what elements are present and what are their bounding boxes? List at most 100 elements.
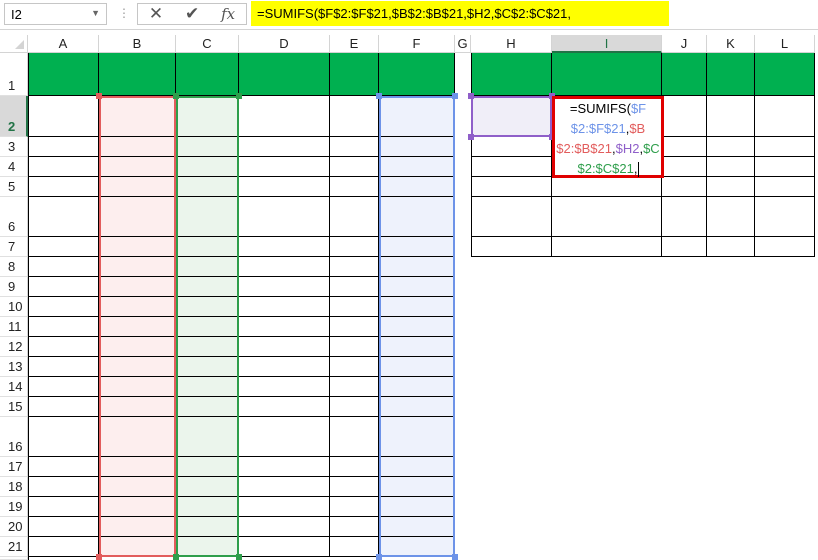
- cell-department[interactable]: [99, 457, 176, 477]
- insert-function-icon[interactable]: fx: [221, 5, 235, 23]
- cell-year-service[interactable]: [330, 297, 379, 317]
- range-resize-handle[interactable]: [468, 134, 474, 140]
- cell-year-service[interactable]: [330, 237, 379, 257]
- cell-salary[interactable]: [379, 417, 455, 457]
- cell-salary[interactable]: [379, 477, 455, 497]
- cell-year-service[interactable]: [330, 337, 379, 357]
- active-cell-editor[interactable]: =SUMIFS($F$2:$F$21,$B$2:$B$21,$H2,$C$2:$…: [552, 96, 664, 178]
- row-header-3[interactable]: 3: [0, 137, 28, 157]
- summary-value-cell[interactable]: [707, 177, 755, 197]
- summary-value-cell[interactable]: [707, 96, 755, 137]
- cell-emp-name[interactable]: [28, 317, 99, 337]
- row-header-19[interactable]: 19: [0, 497, 28, 517]
- cell-joining-date[interactable]: [239, 96, 330, 137]
- summary-value-cell[interactable]: [755, 197, 815, 237]
- cell-year-service[interactable]: [330, 497, 379, 517]
- summary-value-cell[interactable]: [755, 137, 815, 157]
- close-icon[interactable]: ✕: [149, 4, 163, 24]
- cell-department[interactable]: [99, 137, 176, 157]
- cell-joining-date[interactable]: [239, 457, 330, 477]
- summary-dept-crm[interactable]: [471, 197, 552, 237]
- cell-department[interactable]: [99, 357, 176, 377]
- cell-emp-name[interactable]: [28, 297, 99, 317]
- summary-header-department[interactable]: [471, 53, 552, 96]
- cell-salary[interactable]: [379, 337, 455, 357]
- row-header-21[interactable]: 21: [0, 537, 28, 557]
- summary-value-cell[interactable]: [662, 177, 707, 197]
- column-header-i[interactable]: I: [552, 35, 662, 53]
- row-header-9[interactable]: 9: [0, 277, 28, 297]
- cell-emp-name[interactable]: [28, 96, 99, 137]
- summary-dept-sales[interactable]: [471, 157, 552, 177]
- cell-department[interactable]: [99, 377, 176, 397]
- cell-region[interactable]: [176, 257, 239, 277]
- cell-joining-date[interactable]: [239, 277, 330, 297]
- header-salary[interactable]: [379, 53, 455, 96]
- summary-value-cell[interactable]: [552, 237, 662, 257]
- check-icon[interactable]: ✔: [185, 4, 199, 24]
- cell-joining-date[interactable]: [239, 477, 330, 497]
- row-header-12[interactable]: 12: [0, 337, 28, 357]
- cell-year-service[interactable]: [330, 537, 379, 557]
- cell-region[interactable]: [176, 277, 239, 297]
- cell-emp-name[interactable]: [28, 157, 99, 177]
- range-resize-handle[interactable]: [376, 93, 382, 99]
- range-resize-handle[interactable]: [96, 93, 102, 99]
- column-header-j[interactable]: J: [662, 35, 707, 53]
- row-header-2[interactable]: 2: [0, 96, 28, 137]
- row-header-18[interactable]: 18: [0, 477, 28, 497]
- cell-year-service[interactable]: [330, 137, 379, 157]
- cell-year-service[interactable]: [330, 417, 379, 457]
- row-header-5[interactable]: 5: [0, 177, 28, 197]
- drag-handle-icon[interactable]: ⋮: [118, 6, 130, 20]
- cell-year-service[interactable]: [330, 277, 379, 297]
- cell-emp-name[interactable]: [28, 257, 99, 277]
- cell-region[interactable]: [176, 237, 239, 257]
- header-emp-name[interactable]: [28, 53, 99, 96]
- cell-salary[interactable]: [379, 197, 455, 237]
- summary-value-cell[interactable]: [755, 237, 815, 257]
- cell-region[interactable]: [176, 497, 239, 517]
- cell-joining-date[interactable]: [239, 157, 330, 177]
- cell-joining-date[interactable]: [239, 357, 330, 377]
- column-header-c[interactable]: C: [176, 35, 239, 53]
- cell-joining-date[interactable]: [239, 177, 330, 197]
- cell-salary[interactable]: [379, 297, 455, 317]
- column-header-k[interactable]: K: [707, 35, 755, 53]
- column-header-h[interactable]: H: [471, 35, 552, 53]
- cell-joining-date[interactable]: [239, 137, 330, 157]
- cell-year-service[interactable]: [330, 257, 379, 277]
- summary-header-west[interactable]: [662, 53, 707, 96]
- row-header-14[interactable]: 14: [0, 377, 28, 397]
- summary-value-cell[interactable]: [552, 197, 662, 237]
- cell-year-service[interactable]: [330, 517, 379, 537]
- summary-value-cell[interactable]: [755, 96, 815, 137]
- column-header-e[interactable]: E: [330, 35, 379, 53]
- cell-region[interactable]: [176, 397, 239, 417]
- column-header-d[interactable]: D: [239, 35, 330, 53]
- summary-value-cell[interactable]: [662, 96, 707, 137]
- cell-year-service[interactable]: [330, 397, 379, 417]
- cell-joining-date[interactable]: [239, 517, 330, 537]
- range-resize-handle[interactable]: [452, 554, 458, 560]
- row-header-8[interactable]: 8: [0, 257, 28, 277]
- cell-year-service[interactable]: [330, 377, 379, 397]
- cell-region[interactable]: [176, 337, 239, 357]
- summary-dept-r-d[interactable]: [471, 177, 552, 197]
- cell-region[interactable]: [176, 457, 239, 477]
- cell-emp-name[interactable]: [28, 497, 99, 517]
- cell-salary[interactable]: [379, 317, 455, 337]
- cell-year-service[interactable]: [330, 96, 379, 137]
- column-header-a[interactable]: A: [28, 35, 99, 53]
- summary-header-south[interactable]: [755, 53, 815, 96]
- row-header-7[interactable]: 7: [0, 237, 28, 257]
- cell-department[interactable]: [99, 197, 176, 237]
- cell-salary[interactable]: [379, 237, 455, 257]
- summary-value-cell[interactable]: [707, 137, 755, 157]
- header-year-service[interactable]: [330, 53, 379, 96]
- summary-dept-marketing[interactable]: [471, 137, 552, 157]
- range-resize-handle[interactable]: [468, 93, 474, 99]
- cell-year-service[interactable]: [330, 477, 379, 497]
- range-resize-handle[interactable]: [236, 93, 242, 99]
- column-header-l[interactable]: L: [755, 35, 815, 53]
